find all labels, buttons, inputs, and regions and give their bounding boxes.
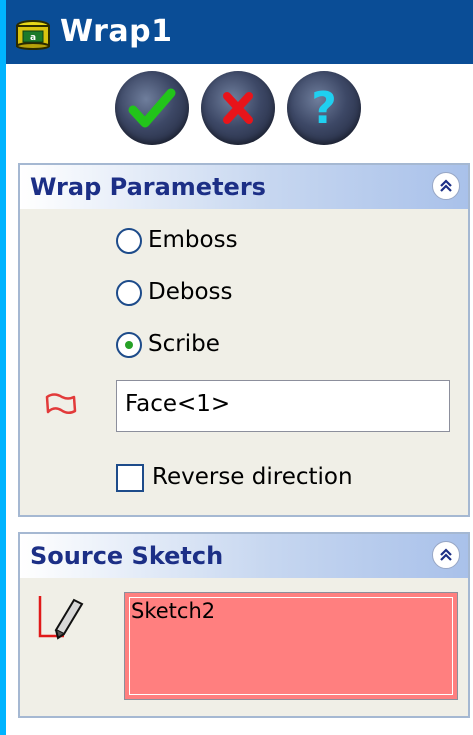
deboss-radio[interactable]	[116, 280, 142, 306]
collapse-wrap-parameters-button[interactable]	[432, 172, 460, 200]
window-title: Wrap1	[60, 14, 173, 49]
source-sketch-group: Source Sketch Sketch2	[18, 532, 470, 718]
question-mark-icon: ?	[311, 83, 337, 134]
wrap-parameters-group: Wrap Parameters Emboss Deboss Scribe Fac…	[18, 163, 470, 517]
wrap-parameters-title: Wrap Parameters	[30, 173, 266, 201]
chevron-up-icon	[440, 179, 452, 192]
svg-text:a: a	[30, 33, 36, 43]
x-icon	[223, 92, 253, 124]
source-sketch-value: Sketch2	[131, 599, 216, 623]
deboss-label: Deboss	[148, 279, 233, 305]
collapse-source-sketch-button[interactable]	[432, 541, 460, 569]
sketch-pencil-icon	[38, 596, 84, 640]
scribe-label: Scribe	[148, 331, 220, 357]
emboss-label: Emboss	[148, 227, 238, 253]
title-bar: a Wrap1	[6, 0, 473, 64]
help-button[interactable]: ?	[287, 71, 361, 145]
radio-selected-dot	[125, 341, 133, 349]
cancel-button[interactable]	[201, 71, 275, 145]
face-selection-value: Face<1>	[125, 391, 231, 417]
svg-text:?: ?	[311, 83, 337, 134]
reverse-direction-label: Reverse direction	[152, 464, 353, 490]
reverse-direction-checkbox[interactable]	[116, 464, 144, 492]
scribe-radio[interactable]	[116, 332, 142, 358]
checkmark-icon	[128, 88, 176, 128]
wrap-parameters-header[interactable]: Wrap Parameters	[20, 165, 468, 209]
source-sketch-header[interactable]: Source Sketch	[20, 534, 468, 578]
source-sketch-field[interactable]: Sketch2	[124, 592, 458, 700]
ok-button[interactable]	[115, 71, 189, 145]
property-manager-window: a Wrap1 ? Wrap Parameters Emboss Deboss …	[6, 0, 473, 735]
face-selection-field[interactable]: Face<1>	[116, 380, 450, 432]
face-selection-icon	[45, 393, 77, 414]
chevron-up-icon	[440, 548, 452, 561]
emboss-radio[interactable]	[116, 228, 142, 254]
source-sketch-title: Source Sketch	[30, 542, 224, 570]
wrap-feature-icon: a	[16, 20, 50, 50]
